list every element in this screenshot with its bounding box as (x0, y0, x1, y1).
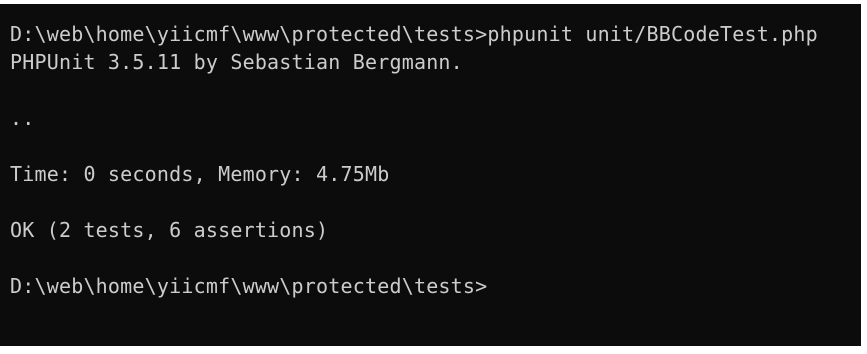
phpunit-version-line: PHPUnit 3.5.11 by Sebastian Bergmann. (10, 50, 463, 74)
command-prompt[interactable]: D:\web\home\yiicmf\www\protected\tests> (10, 272, 487, 300)
time-memory-line: Time: 0 seconds, Memory: 4.75Mb (10, 162, 390, 186)
command-line: D:\web\home\yiicmf\www\protected\tests>p… (10, 22, 818, 46)
terminal-window[interactable]: D:\web\home\yiicmf\www\protected\tests>p… (0, 0, 867, 354)
test-result-line: OK (2 tests, 6 assertions) (10, 218, 329, 242)
test-progress-dots: .. (10, 106, 35, 130)
